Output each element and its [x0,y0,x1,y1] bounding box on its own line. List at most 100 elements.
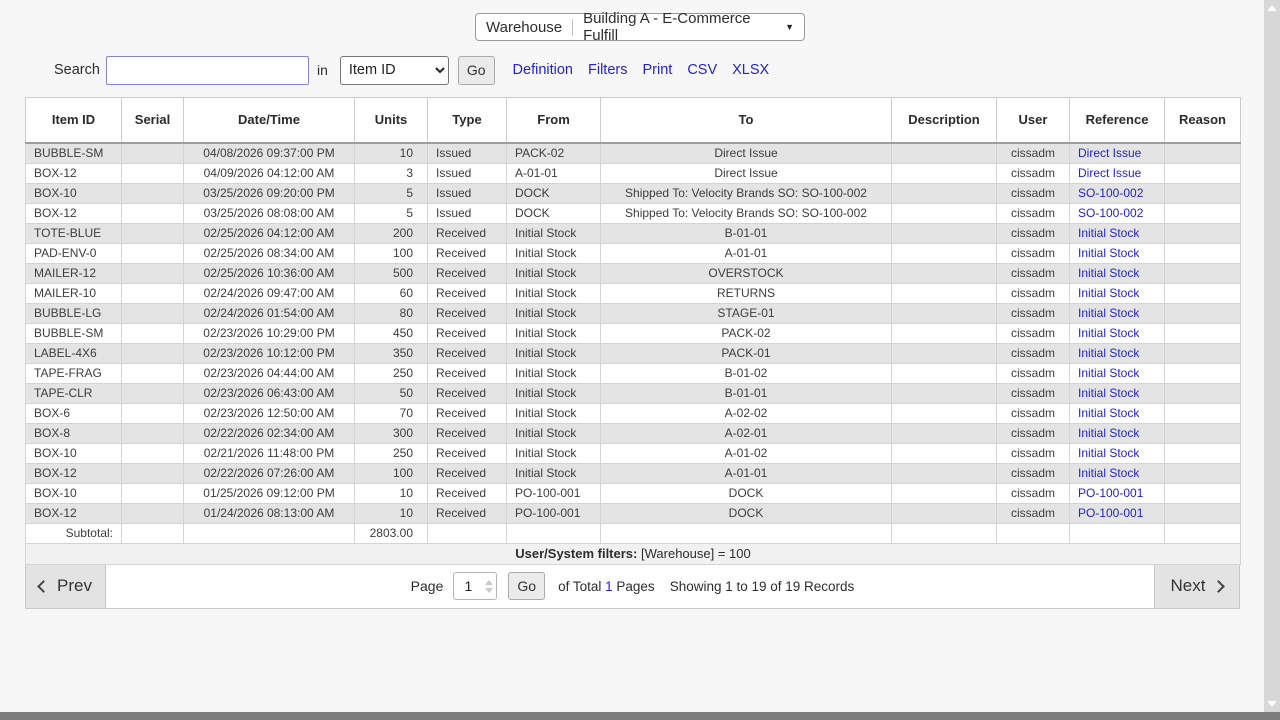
page-go-button[interactable]: Go [508,572,545,600]
reference-link[interactable]: Initial Stock [1078,286,1139,300]
reference-link[interactable]: Initial Stock [1078,346,1139,360]
cell-serial [122,243,184,263]
cell-to: Shipped To: Velocity Brands SO: SO-100-0… [601,203,892,223]
cell-reason [1165,343,1241,363]
cell-units: 60 [355,283,428,303]
cell-description [892,323,997,343]
table-row: BOX-1003/25/2026 09:20:00 PM5IssuedDOCKS… [26,183,1241,203]
cell-description [892,203,997,223]
cell-reference: Initial Stock [1070,283,1165,303]
toolbar-links: Definition Filters Print CSV XLSX [513,62,770,78]
cell-datetime: 02/24/2026 01:54:00 AM [184,303,355,323]
total-prefix: of Total [558,579,601,594]
cell-from: Initial Stock [507,383,601,403]
cell-serial [122,323,184,343]
scrollbar-down-arrow-icon[interactable] [1267,701,1277,707]
reference-link[interactable]: Initial Stock [1078,386,1139,400]
reference-link[interactable]: Initial Stock [1078,246,1139,260]
column-header-datetime: Date/Time [184,98,355,143]
reference-link[interactable]: Initial Stock [1078,466,1139,480]
cell-serial [122,143,184,164]
reference-link[interactable]: Initial Stock [1078,446,1139,460]
scrollbar-up-arrow-icon[interactable] [1267,5,1277,11]
cell-reference: SO-100-002 [1070,183,1165,203]
table-row: BOX-1002/21/2026 11:48:00 PM250ReceivedI… [26,443,1241,463]
cell-datetime: 02/23/2026 06:43:00 AM [184,383,355,403]
warehouse-selector-label: Warehouse [486,19,562,36]
cell-to: A-02-01 [601,423,892,443]
table-row: BUBBLE-SM04/08/2026 09:37:00 PM10IssuedP… [26,143,1241,164]
reference-link[interactable]: Initial Stock [1078,266,1139,280]
cell-description [892,443,997,463]
prev-page-button[interactable]: Prev [26,565,106,608]
column-header-item-id: Item ID [26,98,122,143]
cell-description [892,303,997,323]
cell-type: Received [428,363,507,383]
cell-type: Received [428,403,507,423]
reference-link[interactable]: PO-100-001 [1078,486,1143,500]
cell-serial [122,343,184,363]
reference-link[interactable]: Initial Stock [1078,326,1139,340]
cell-units: 450 [355,323,428,343]
spinner-up-icon[interactable] [485,580,493,585]
cell-reference: Initial Stock [1070,303,1165,323]
page-number-input[interactable] [454,573,482,599]
reference-link[interactable]: Direct Issue [1078,166,1141,180]
definition-link[interactable]: Definition [513,62,573,78]
reference-link[interactable]: SO-100-002 [1078,186,1143,200]
csv-link[interactable]: CSV [687,62,717,78]
reference-link[interactable]: PO-100-001 [1078,506,1143,520]
cell-from: Initial Stock [507,423,601,443]
warehouse-selector[interactable]: Warehouse Building A - E-Commerce Fulfil… [475,13,805,41]
filters-cell: User/System filters: [Warehouse] = 100 [26,543,1241,564]
cell-to: A-01-01 [601,243,892,263]
cell-user: cissadm [997,443,1070,463]
cell-description [892,423,997,443]
pagination-bar: Prev Page Go of Total 1 Pages Showing 1 … [25,565,1240,609]
xlsx-link[interactable]: XLSX [732,62,769,78]
page-number-box [453,572,497,600]
next-page-button[interactable]: Next [1154,565,1239,608]
cell-description [892,343,997,363]
reference-link[interactable]: Initial Stock [1078,366,1139,380]
table-row: BOX-1203/25/2026 08:08:00 AM5IssuedDOCKS… [26,203,1241,223]
cell-reference: Direct Issue [1070,163,1165,183]
search-field-select[interactable]: Item ID [340,56,449,85]
reference-link[interactable]: Initial Stock [1078,306,1139,320]
empty-cell [1165,523,1241,543]
total-suffix: Pages [616,579,654,594]
cell-datetime: 02/22/2026 07:26:00 AM [184,463,355,483]
cell-serial [122,183,184,203]
reference-link[interactable]: Direct Issue [1078,146,1141,160]
vertical-scrollbar[interactable] [1264,0,1280,712]
column-header-from: From [507,98,601,143]
reference-link[interactable]: SO-100-002 [1078,206,1143,220]
table-row: BOX-1204/09/2026 04:12:00 AM3IssuedA-01-… [26,163,1241,183]
cell-serial [122,443,184,463]
cell-units: 250 [355,443,428,463]
empty-cell [184,523,355,543]
cell-to: OVERSTOCK [601,263,892,283]
cell-type: Received [428,263,507,283]
reference-link[interactable]: Initial Stock [1078,426,1139,440]
table-row: TOTE-BLUE02/25/2026 04:12:00 AM200Receiv… [26,223,1241,243]
cell-item-id: BUBBLE-SM [26,143,122,164]
cell-from: DOCK [507,203,601,223]
reference-link[interactable]: Initial Stock [1078,226,1139,240]
cell-item-id: BOX-10 [26,183,122,203]
print-link[interactable]: Print [642,62,672,78]
cell-to: B-01-01 [601,223,892,243]
empty-cell [428,523,507,543]
search-go-button[interactable]: Go [458,56,495,85]
cell-user: cissadm [997,163,1070,183]
cell-units: 100 [355,243,428,263]
cell-serial [122,203,184,223]
search-input[interactable] [106,56,309,85]
cell-units: 3 [355,163,428,183]
cell-user: cissadm [997,503,1070,523]
cell-item-id: BOX-12 [26,463,122,483]
cell-units: 80 [355,303,428,323]
spinner-down-icon[interactable] [485,588,493,593]
reference-link[interactable]: Initial Stock [1078,406,1139,420]
filters-link[interactable]: Filters [588,62,627,78]
